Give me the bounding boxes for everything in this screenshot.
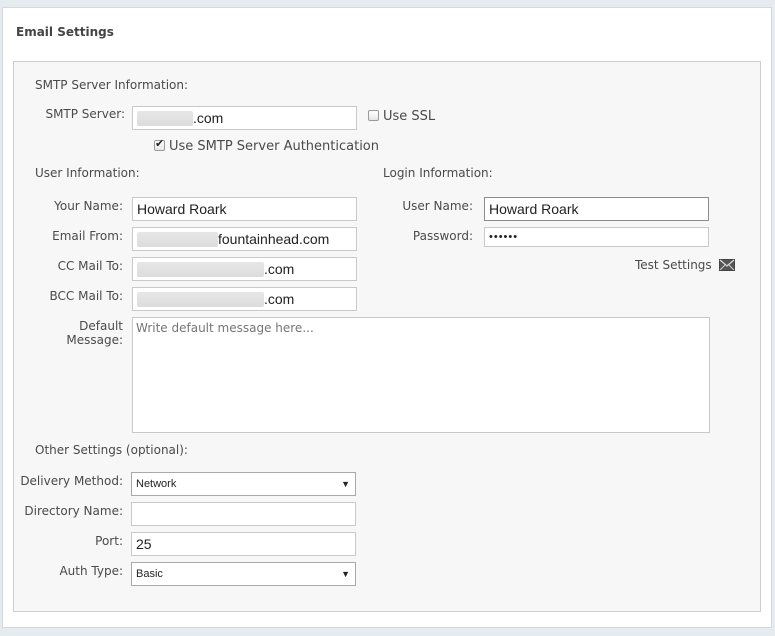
- user-name-label: User Name:: [402, 199, 473, 213]
- test-settings-label: Test Settings: [635, 258, 712, 272]
- use-ssl-label: Use SSL: [383, 109, 436, 124]
- auth-type-select[interactable]: Basic ▼: [131, 562, 356, 586]
- chevron-down-icon: ▼: [341, 569, 350, 579]
- bcc-mail-input[interactable]: .com: [132, 287, 357, 311]
- redacted-text: [137, 232, 218, 247]
- cc-mail-label: CC Mail To:: [57, 259, 123, 273]
- redacted-text: [137, 262, 264, 277]
- delivery-method-label: Delivery Method:: [20, 474, 123, 488]
- smtp-server-input[interactable]: .com: [132, 106, 357, 130]
- other-section-heading: Other Settings (optional):: [35, 443, 188, 457]
- password-input[interactable]: ••••••: [484, 227, 709, 247]
- smtp-auth-checkbox[interactable]: ✔: [154, 137, 165, 151]
- email-from-input[interactable]: fountainhead.com: [132, 227, 357, 251]
- bcc-mail-value: .com: [264, 291, 295, 307]
- your-name-input[interactable]: Howard Roark: [132, 197, 357, 221]
- default-message-label: Default Message:: [66, 319, 123, 347]
- panel-title: Email Settings: [16, 25, 114, 39]
- delivery-method-value: Network: [136, 478, 177, 490]
- redacted-text: [137, 292, 264, 307]
- use-ssl-checkbox[interactable]: [368, 110, 379, 121]
- smtp-auth-label: Use SMTP Server Authentication: [169, 139, 379, 154]
- email-from-value: fountainhead.com: [218, 231, 330, 247]
- checkmark-icon: ✔: [155, 137, 165, 150]
- settings-form: SMTP Server Information: SMTP Server: .c…: [13, 61, 761, 612]
- envelope-icon: [718, 259, 735, 274]
- chevron-down-icon: ▼: [341, 479, 350, 489]
- redacted-text: [137, 111, 193, 126]
- smtp-server-label: SMTP Server:: [45, 107, 125, 121]
- user-name-input[interactable]: Howard Roark: [484, 197, 709, 221]
- cc-mail-value: .com: [264, 261, 295, 277]
- bcc-mail-label: BCC Mail To:: [49, 289, 123, 303]
- login-section-heading: Login Information:: [383, 166, 493, 180]
- directory-name-input[interactable]: [131, 502, 356, 526]
- user-section-heading: User Information:: [35, 166, 140, 180]
- email-from-label: Email From:: [52, 229, 123, 243]
- email-settings-panel: Email Settings SMTP Server Information: …: [2, 7, 772, 628]
- smtp-section-heading: SMTP Server Information:: [35, 78, 189, 92]
- test-settings-link[interactable]: Test Settings: [635, 258, 735, 274]
- password-label: Password:: [412, 229, 473, 243]
- cc-mail-input[interactable]: .com: [132, 257, 357, 281]
- smtp-server-value: .com: [193, 110, 224, 126]
- auth-type-label: Auth Type:: [59, 564, 123, 578]
- directory-name-label: Directory Name:: [24, 504, 123, 518]
- port-input[interactable]: 25: [131, 532, 356, 556]
- port-label: Port:: [95, 534, 123, 548]
- your-name-label: Your Name:: [54, 199, 123, 213]
- auth-type-value: Basic: [136, 568, 163, 580]
- delivery-method-select[interactable]: Network ▼: [131, 472, 356, 496]
- default-message-textarea[interactable]: [132, 317, 710, 433]
